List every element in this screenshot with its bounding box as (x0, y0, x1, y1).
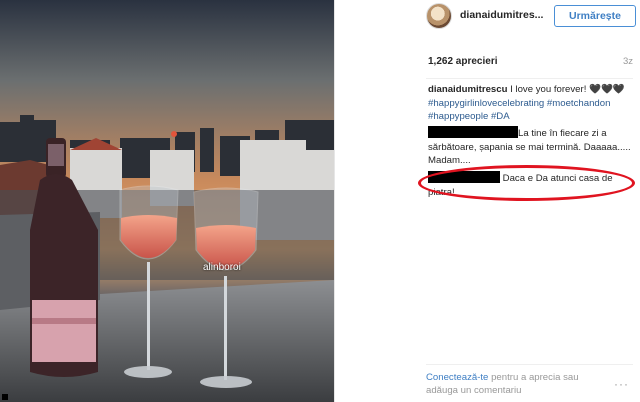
caption-username[interactable]: dianaidumitrescu (428, 84, 507, 95)
redacted-username (428, 126, 518, 138)
post-header: dianaidumitres... Urmărește (335, 0, 640, 30)
highlight-circle (418, 165, 635, 201)
post-details-panel: dianaidumitres... Urmărește 1,262 apreci… (334, 0, 640, 402)
more-options-icon[interactable]: ··· (614, 377, 629, 391)
caption-hashtags[interactable]: #happygirlinlovecelebrating #moetchandon… (428, 98, 610, 123)
post-age[interactable]: 3z (623, 56, 633, 67)
photo-watermark: alinboroi (203, 262, 241, 273)
likes-count[interactable]: 1,262 aprecieri (428, 56, 498, 67)
username-link[interactable]: dianaidumitres... (460, 9, 543, 21)
corner-mark (2, 394, 8, 400)
login-prompt: Conectează-te pentru a aprecia sau adăug… (426, 372, 606, 397)
sunset-champagne-image (0, 0, 334, 402)
post-photo: alinboroi (0, 0, 334, 402)
likes-row: 1,262 aprecieri 3z (428, 56, 633, 72)
follow-button[interactable]: Urmărește (554, 5, 636, 27)
divider (426, 78, 633, 79)
login-link[interactable]: Conectează-te (426, 372, 488, 383)
comment-1: La tine în fiecare zi a sărbătoare, șapa… (428, 126, 633, 168)
divider (426, 364, 633, 365)
caption: dianaidumitrescu I love you forever! 🖤🖤🖤… (428, 83, 633, 124)
avatar[interactable] (426, 3, 452, 29)
caption-text: I love you forever! 🖤🖤🖤 (507, 84, 625, 95)
